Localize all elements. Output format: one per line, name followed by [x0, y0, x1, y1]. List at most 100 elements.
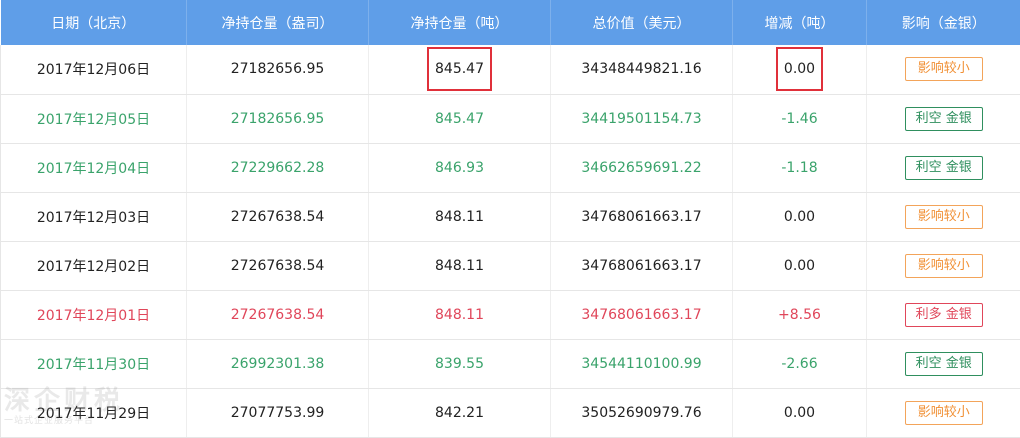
ounces-cell: 27267638.54: [187, 192, 369, 241]
tons-value: 846.93: [435, 160, 484, 176]
table-row: 2017年12月04日 27229662.28 846.93 34662659691.…: [1, 143, 1020, 192]
column-header-total-value: 总价值（美元）: [551, 0, 733, 45]
ounces-cell: 27077753.99: [187, 388, 369, 437]
change-cell: +8.56: [733, 290, 867, 339]
impact-button[interactable]: 利空 金银: [905, 352, 983, 376]
ounces-value: 27182656.95: [231, 61, 325, 77]
ounces-cell: 27182656.95: [187, 94, 369, 143]
change-cell: -2.66: [733, 339, 867, 388]
ounces-value: 27267638.54: [231, 307, 325, 323]
table-row: 2017年12月03日 27267638.54 848.11 34768061663.…: [1, 192, 1020, 241]
total-value-cell: 34348449821.16: [551, 45, 733, 94]
tons-cell: 845.47: [369, 45, 551, 94]
impact-button[interactable]: 影响较小: [905, 57, 983, 81]
table-row: 2017年11月29日 27077753.99 842.21 35052690979.…: [1, 388, 1020, 437]
change-cell: 0.00: [733, 388, 867, 437]
impact-cell: 利空 金银: [867, 143, 1020, 192]
ounces-cell: 27229662.28: [187, 143, 369, 192]
total-value-value: 34348449821.16: [581, 61, 701, 77]
date-cell: 2017年12月05日: [1, 94, 187, 143]
date-value: 2017年12月05日: [37, 109, 150, 129]
date-cell: 2017年11月29日: [1, 388, 187, 437]
table-row: 2017年11月30日 26992301.38 839.55 34544110100.…: [1, 339, 1020, 388]
ounces-cell: 27267638.54: [187, 290, 369, 339]
date-cell: 2017年12月02日: [1, 241, 187, 290]
ounces-value: 27267638.54: [231, 209, 325, 225]
change-value: +8.56: [778, 307, 821, 323]
impact-button[interactable]: 利多 金银: [905, 303, 983, 327]
total-value-value: 34768061663.17: [581, 258, 701, 274]
ounces-value: 26992301.38: [231, 356, 325, 372]
table-row: 2017年12月01日 27267638.54 848.11 34768061663.…: [1, 290, 1020, 339]
total-value-cell: 34768061663.17: [551, 290, 733, 339]
change-value: -1.46: [781, 111, 817, 127]
change-cell: 0.00: [733, 45, 867, 94]
tons-value: 848.11: [435, 209, 484, 225]
change-value: -1.18: [781, 160, 817, 176]
tons-cell: 842.21: [369, 388, 551, 437]
ounces-value: 27267638.54: [231, 258, 325, 274]
total-value-cell: 34544110100.99: [551, 339, 733, 388]
tons-cell: 848.11: [369, 192, 551, 241]
ounces-value: 27182656.95: [231, 111, 325, 127]
change-cell: 0.00: [733, 192, 867, 241]
tons-cell: 846.93: [369, 143, 551, 192]
total-value-value: 34768061663.17: [581, 209, 701, 225]
impact-button[interactable]: 影响较小: [905, 205, 983, 229]
change-cell: -1.46: [733, 94, 867, 143]
date-value: 2017年12月03日: [37, 207, 150, 227]
impact-button[interactable]: 利空 金银: [905, 156, 983, 180]
total-value-value: 34662659691.22: [581, 160, 701, 176]
column-header-tons: 净持仓量（吨）: [369, 0, 551, 45]
impact-cell: 影响较小: [867, 388, 1020, 437]
impact-button[interactable]: 利空 金银: [905, 107, 983, 131]
column-header-impact: 影响（金银）: [867, 0, 1020, 45]
total-value-value: 35052690979.76: [581, 405, 701, 421]
table-body: 2017年12月06日 27182656.95 845.47 34348449821.…: [1, 45, 1020, 437]
total-value-cell: 34419501154.73: [551, 94, 733, 143]
header-row: 日期（北京） 净持仓量（盎司） 净持仓量（吨） 总价值（美元） 增减（吨） 影响…: [1, 0, 1020, 45]
impact-button[interactable]: 影响较小: [905, 401, 983, 425]
impact-button[interactable]: 影响较小: [905, 254, 983, 278]
total-value-cell: 34662659691.22: [551, 143, 733, 192]
date-value: 2017年12月04日: [37, 158, 150, 178]
table-row: 2017年12月02日 27267638.54 848.11 34768061663.…: [1, 241, 1020, 290]
tons-cell: 848.11: [369, 241, 551, 290]
tons-cell: 839.55: [369, 339, 551, 388]
tons-value: 848.11: [435, 258, 484, 274]
total-value-cell: 35052690979.76: [551, 388, 733, 437]
date-cell: 2017年11月30日: [1, 339, 187, 388]
table-row: 2017年12月06日 27182656.95 845.47 34348449821.…: [1, 45, 1020, 94]
date-value: 2017年12月01日: [37, 305, 150, 325]
impact-cell: 影响较小: [867, 241, 1020, 290]
change-value: 0.00: [784, 61, 815, 77]
date-value: 2017年12月02日: [37, 256, 150, 276]
change-cell: -1.18: [733, 143, 867, 192]
ounces-cell: 27267638.54: [187, 241, 369, 290]
change-value: 0.00: [784, 258, 815, 274]
column-header-ounces: 净持仓量（盎司）: [187, 0, 369, 45]
change-value: 0.00: [784, 209, 815, 225]
column-header-change: 增减（吨）: [733, 0, 867, 45]
tons-value: 842.21: [435, 405, 484, 421]
date-cell: 2017年12月03日: [1, 192, 187, 241]
change-value: -2.66: [781, 356, 817, 372]
impact-cell: 影响较小: [867, 192, 1020, 241]
column-header-date: 日期（北京）: [1, 0, 187, 45]
ounces-cell: 27182656.95: [187, 45, 369, 94]
tons-value: 845.47: [435, 61, 484, 77]
change-cell: 0.00: [733, 241, 867, 290]
date-cell: 2017年12月01日: [1, 290, 187, 339]
ounces-value: 27077753.99: [231, 405, 325, 421]
table-header: 日期（北京） 净持仓量（盎司） 净持仓量（吨） 总价值（美元） 增减（吨） 影响…: [1, 0, 1020, 45]
impact-cell: 影响较小: [867, 45, 1020, 94]
impact-cell: 利空 金银: [867, 94, 1020, 143]
change-value: 0.00: [784, 405, 815, 421]
tons-value: 848.11: [435, 307, 484, 323]
total-value-cell: 34768061663.17: [551, 192, 733, 241]
date-cell: 2017年12月06日: [1, 45, 187, 94]
tons-cell: 845.47: [369, 94, 551, 143]
date-cell: 2017年12月04日: [1, 143, 187, 192]
tons-value: 839.55: [435, 356, 484, 372]
date-value: 2017年11月30日: [37, 354, 150, 374]
